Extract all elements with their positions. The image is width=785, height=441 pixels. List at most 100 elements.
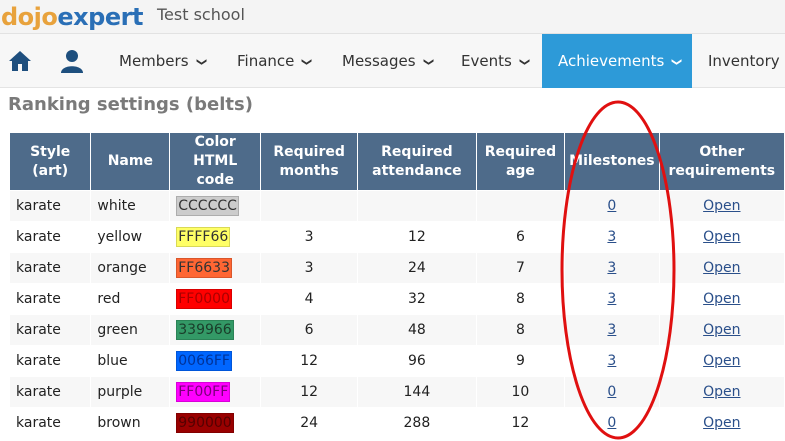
milestones-link[interactable]: 0 — [607, 415, 616, 431]
cell-other: Open — [658, 221, 785, 253]
color-swatch: FF00FF — [176, 382, 231, 402]
cell-color: FF6633 — [169, 252, 262, 284]
cell-milestones: 0 — [564, 190, 660, 222]
other-requirements-link[interactable]: Open — [703, 353, 740, 369]
cell-style: karate — [8, 221, 92, 253]
header-color[interactable]: Color HTML code — [169, 132, 262, 191]
cell-color: CCCCCC — [169, 190, 262, 222]
cell-other: Open — [658, 252, 785, 284]
ranking-table: Style (art) Name Color HTML code Required m… — [8, 132, 785, 439]
chevron-down-icon: ❯ — [765, 58, 785, 66]
table-row: karate green 339966 6 48 8 3 Open — [8, 314, 785, 346]
other-requirements-link[interactable]: Open — [703, 322, 740, 338]
cell-attendance: 48 — [357, 314, 477, 346]
other-requirements-link[interactable]: Open — [703, 260, 740, 276]
cell-milestones: 3 — [564, 283, 660, 315]
cell-milestones: 3 — [564, 221, 660, 253]
cell-months: 24 — [260, 407, 359, 439]
header-months[interactable]: Required months — [260, 132, 359, 191]
cell-name: white — [90, 190, 171, 222]
cell-attendance: 288 — [357, 407, 477, 439]
cell-months: 12 — [260, 345, 359, 377]
table-row: karate orange FF6633 3 24 7 3 Open — [8, 252, 785, 284]
cell-name: brown — [90, 407, 171, 439]
other-requirements-link[interactable]: Open — [703, 384, 740, 400]
school-name: Test school — [157, 5, 245, 24]
cell-months: 3 — [260, 221, 359, 253]
header-style[interactable]: Style (art) — [8, 132, 92, 191]
color-swatch: FF0000 — [176, 289, 232, 309]
cell-attendance: 32 — [357, 283, 477, 315]
cell-age: 6 — [475, 221, 566, 253]
cell-months — [260, 190, 359, 222]
milestones-link[interactable]: 3 — [607, 291, 616, 307]
nav-achievements[interactable]: Achievements ❯ — [542, 34, 692, 88]
cell-milestones: 3 — [564, 345, 660, 377]
cell-name: orange — [90, 252, 171, 284]
other-requirements-link[interactable]: Open — [703, 229, 740, 245]
page-title: Ranking settings (belts) — [8, 94, 253, 115]
chevron-down-icon: ❯ — [195, 57, 207, 67]
header-other-requirements[interactable]: Other requirements — [658, 132, 785, 191]
cell-attendance: 96 — [357, 345, 477, 377]
cell-name: purple — [90, 376, 171, 408]
color-swatch: 339966 — [176, 320, 234, 340]
cell-style: karate — [8, 252, 92, 284]
cell-color: 0066FF — [169, 345, 262, 377]
main-nav: Members ❯ Finance ❯ Messages ❯ Events ❯ Achievem… — [0, 34, 785, 88]
nav-members[interactable]: Members ❯ — [103, 34, 221, 88]
cell-age: 8 — [475, 314, 566, 346]
cell-attendance: 12 — [357, 221, 477, 253]
cell-name: red — [90, 283, 171, 315]
user-icon[interactable] — [60, 49, 84, 73]
header-age[interactable]: Required age — [475, 132, 566, 191]
nav-inventory[interactable]: Inventory❯ — [692, 34, 785, 88]
table-row: karate brown 990000 24 288 12 0 Open — [8, 407, 785, 439]
milestones-link[interactable]: 3 — [607, 322, 616, 338]
milestones-link[interactable]: 3 — [607, 229, 616, 245]
cell-months: 4 — [260, 283, 359, 315]
other-requirements-link[interactable]: Open — [703, 198, 740, 214]
header-milestones[interactable]: Milestones — [564, 132, 660, 191]
cell-color: 990000 — [169, 407, 262, 439]
cell-style: karate — [8, 314, 92, 346]
cell-other: Open — [658, 376, 785, 408]
milestones-link[interactable]: 3 — [607, 353, 616, 369]
home-icon[interactable] — [8, 50, 32, 72]
cell-months: 3 — [260, 252, 359, 284]
cell-milestones: 3 — [564, 252, 660, 284]
cell-milestones: 0 — [564, 376, 660, 408]
cell-other: Open — [658, 345, 785, 377]
nav-messages[interactable]: Messages ❯ — [326, 34, 448, 88]
logo[interactable]: dojoexpert — [1, 0, 143, 34]
cell-attendance: 24 — [357, 252, 477, 284]
nav-finance[interactable]: Finance ❯ — [221, 34, 327, 88]
nav-events[interactable]: Events ❯ — [445, 34, 544, 88]
cell-name: blue — [90, 345, 171, 377]
cell-other: Open — [658, 314, 785, 346]
cell-other: Open — [658, 283, 785, 315]
cell-months: 6 — [260, 314, 359, 346]
cell-style: karate — [8, 190, 92, 222]
cell-style: karate — [8, 407, 92, 439]
header-name[interactable]: Name — [90, 132, 171, 191]
table-row: karate yellow FFFF66 3 12 6 3 Open — [8, 221, 785, 253]
other-requirements-link[interactable]: Open — [703, 291, 740, 307]
cell-name: green — [90, 314, 171, 346]
cell-color: FF00FF — [169, 376, 262, 408]
cell-age: 12 — [475, 407, 566, 439]
cell-milestones: 3 — [564, 314, 660, 346]
milestones-link[interactable]: 0 — [607, 198, 616, 214]
milestones-link[interactable]: 3 — [607, 260, 616, 276]
other-requirements-link[interactable]: Open — [703, 415, 740, 431]
cell-style: karate — [8, 345, 92, 377]
cell-age: 9 — [475, 345, 566, 377]
cell-color: 339966 — [169, 314, 262, 346]
milestones-link[interactable]: 0 — [607, 384, 616, 400]
cell-age: 7 — [475, 252, 566, 284]
table-row: karate white CCCCCC 0 Open — [8, 190, 785, 222]
color-swatch: FF6633 — [176, 258, 232, 278]
cell-other: Open — [658, 190, 785, 222]
color-swatch: FFFF66 — [176, 227, 231, 247]
header-attendance[interactable]: Required attendance — [357, 132, 477, 191]
